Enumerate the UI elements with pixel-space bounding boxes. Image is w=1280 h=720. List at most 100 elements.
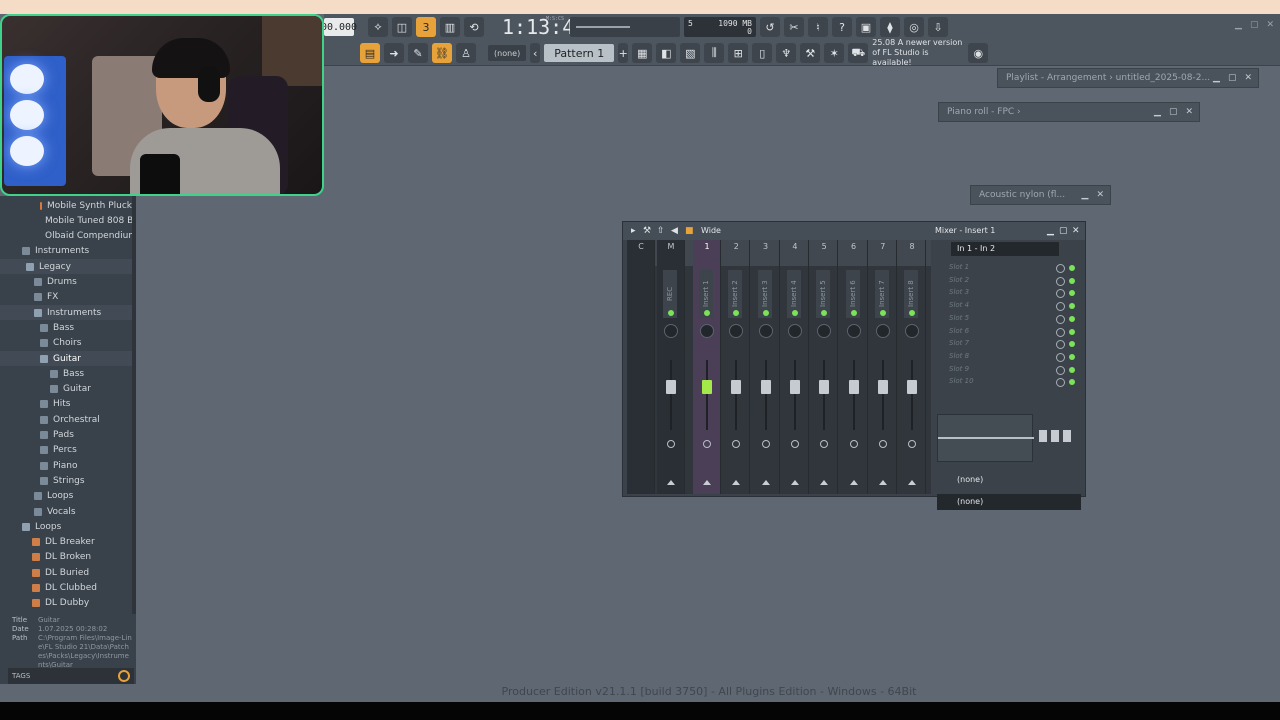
browser-item[interactable]: DL Broken bbox=[0, 550, 132, 565]
mixer-strip[interactable]: 2 Insert 2 bbox=[722, 240, 751, 494]
cut-icon[interactable]: ✂ bbox=[784, 17, 804, 37]
route-button[interactable] bbox=[820, 440, 829, 448]
volume-fader[interactable] bbox=[731, 380, 742, 394]
send-arrow-icon[interactable] bbox=[849, 480, 858, 485]
pan-knob[interactable] bbox=[905, 324, 920, 338]
browser-item[interactable]: Orchestral bbox=[0, 412, 132, 427]
slot-enable-led[interactable] bbox=[1069, 341, 1075, 348]
stamp-icon[interactable]: ♙ bbox=[456, 43, 476, 63]
route-button[interactable] bbox=[849, 440, 858, 448]
send-arrow-icon[interactable] bbox=[732, 480, 741, 485]
volume-fader[interactable] bbox=[848, 380, 859, 394]
mixer-strip[interactable]: 1 Insert 1 bbox=[693, 240, 721, 494]
browser-item[interactable]: Bass bbox=[0, 366, 132, 381]
browser-item[interactable]: Pads bbox=[0, 428, 132, 443]
maximize-icon[interactable]: ▢ bbox=[1228, 73, 1237, 83]
tools-icon[interactable]: ⚒ bbox=[643, 226, 653, 236]
input-selector[interactable]: In 1 - In 2 bbox=[951, 242, 1059, 256]
slot-enable-led[interactable] bbox=[1069, 353, 1075, 360]
playlist-window-bar[interactable]: Playlist - Arrangement › untitled_2025-0… bbox=[997, 68, 1259, 88]
browser-item[interactable]: Legacy bbox=[0, 259, 132, 275]
maximize-icon[interactable]: ▢ bbox=[1169, 107, 1178, 117]
channel-window-bar[interactable]: Acoustic nylon (fl... ▁ ✕ bbox=[970, 185, 1111, 205]
mixer-strip[interactable]: 6 Insert 6 bbox=[840, 240, 868, 494]
volume-fader[interactable] bbox=[789, 380, 800, 394]
tags-bar[interactable]: TAGS bbox=[8, 668, 134, 684]
browser-icon[interactable]: ⊞ bbox=[728, 43, 749, 63]
mixer-title-bar[interactable]: ▸ ⚒ ⇧ ◀ ■ Wide Mixer - Insert 1 ▁ ▢ ✕ bbox=[623, 222, 1085, 240]
volume-fader[interactable] bbox=[702, 380, 712, 394]
volume-fader[interactable] bbox=[666, 380, 676, 394]
browser-item[interactable]: Percs bbox=[0, 443, 132, 458]
browser-item[interactable]: Choirs bbox=[0, 336, 132, 351]
route-button[interactable] bbox=[790, 440, 799, 448]
brush-icon[interactable]: ✎ bbox=[408, 43, 428, 63]
pattern-selector[interactable]: Pattern 1 bbox=[544, 44, 615, 62]
browser-item[interactable]: Loops bbox=[0, 519, 132, 534]
search-icon[interactable] bbox=[118, 670, 130, 682]
route-button[interactable] bbox=[908, 440, 917, 448]
close-icon[interactable]: ✕ bbox=[1096, 190, 1104, 200]
help-icon[interactable]: ? bbox=[832, 17, 852, 37]
slot-mix-knob[interactable] bbox=[1056, 276, 1065, 286]
browser-item[interactable]: DL Buried bbox=[0, 565, 132, 580]
browser-item[interactable]: Guitar bbox=[0, 351, 132, 366]
slot-mix-knob[interactable] bbox=[1056, 352, 1065, 362]
effect-slot[interactable]: Slot 4 bbox=[939, 301, 1079, 313]
project-icon[interactable]: ▯ bbox=[752, 43, 773, 63]
pan-knob[interactable] bbox=[787, 324, 802, 338]
browser-item[interactable]: Bass bbox=[0, 320, 132, 335]
pan-knob[interactable] bbox=[817, 324, 832, 338]
song-time[interactable]: 1:13:46 M:S:CS bbox=[502, 15, 586, 39]
effect-slot[interactable]: Slot 5 bbox=[939, 314, 1079, 326]
pan-knob[interactable] bbox=[700, 324, 714, 338]
browser-item[interactable]: DL Clubbed bbox=[0, 581, 132, 596]
send-arrow-icon[interactable] bbox=[667, 480, 675, 485]
route-button[interactable] bbox=[667, 440, 675, 448]
plugin-icon[interactable]: ⧫ bbox=[880, 17, 900, 37]
tempo-display[interactable]: 00.000 bbox=[321, 18, 357, 36]
snap-selector[interactable]: (none) bbox=[488, 45, 527, 61]
output-selector[interactable]: (none) bbox=[937, 472, 1081, 488]
eq-band-fader[interactable] bbox=[1063, 430, 1071, 442]
slot-enable-led[interactable] bbox=[1069, 379, 1075, 386]
route-button[interactable] bbox=[703, 440, 711, 448]
link-icon[interactable]: ⛓ bbox=[432, 43, 452, 63]
minimize-icon[interactable]: ▁ bbox=[1047, 226, 1057, 236]
pan-knob[interactable] bbox=[875, 324, 890, 338]
slot-mix-knob[interactable] bbox=[1056, 314, 1065, 324]
slot-enable-led[interactable] bbox=[1069, 366, 1075, 373]
microphone-icon[interactable]: ♮ bbox=[808, 17, 828, 37]
pat-song-icon[interactable]: ▤ bbox=[360, 43, 380, 63]
slot-enable-led[interactable] bbox=[1069, 290, 1075, 297]
pan-knob[interactable] bbox=[758, 324, 773, 338]
piano-roll-icon[interactable]: ▧ bbox=[680, 43, 701, 63]
browser-item[interactable]: Mobile Tuned 808 Bass bbox=[0, 213, 132, 228]
metronome-icon[interactable]: ⟡ bbox=[368, 17, 388, 37]
send-arrow-icon[interactable] bbox=[790, 480, 799, 485]
undo-icon[interactable]: ↺ bbox=[760, 17, 780, 37]
slot-mix-knob[interactable] bbox=[1056, 264, 1065, 273]
effect-slot[interactable]: Slot 10 bbox=[939, 377, 1079, 389]
pan-knob[interactable] bbox=[664, 324, 678, 338]
browser-item[interactable]: DL Dubby bbox=[0, 596, 132, 611]
browser-item[interactable]: Piano bbox=[0, 458, 132, 473]
speaker-icon[interactable]: ◀ bbox=[671, 226, 681, 236]
eq-band-fader[interactable] bbox=[1051, 430, 1059, 442]
plugin-db-icon[interactable]: ♆ bbox=[776, 43, 797, 63]
wait-input-icon[interactable]: ◫ bbox=[392, 17, 412, 37]
volume-fader[interactable] bbox=[877, 380, 888, 394]
pattern-prev-icon[interactable]: ‹ bbox=[530, 43, 541, 63]
mixer-strip[interactable]: M REC bbox=[657, 240, 685, 494]
pattern-add-icon[interactable]: + bbox=[618, 43, 629, 63]
pan-knob[interactable] bbox=[729, 324, 744, 338]
mixer-strip[interactable]: 4 Insert 4 bbox=[781, 240, 809, 494]
browser-item[interactable]: Loops bbox=[0, 489, 132, 504]
send-arrow-icon[interactable] bbox=[820, 480, 829, 485]
eq-display[interactable] bbox=[937, 414, 1034, 462]
slot-mix-knob[interactable] bbox=[1056, 340, 1065, 350]
update-notice[interactable]: 25.08 A newer version of FL Studio is av… bbox=[872, 38, 964, 68]
send-arrow-icon[interactable] bbox=[878, 480, 887, 485]
send-arrow-icon[interactable] bbox=[761, 480, 770, 485]
step-edit-icon[interactable]: ▥ bbox=[440, 17, 460, 37]
